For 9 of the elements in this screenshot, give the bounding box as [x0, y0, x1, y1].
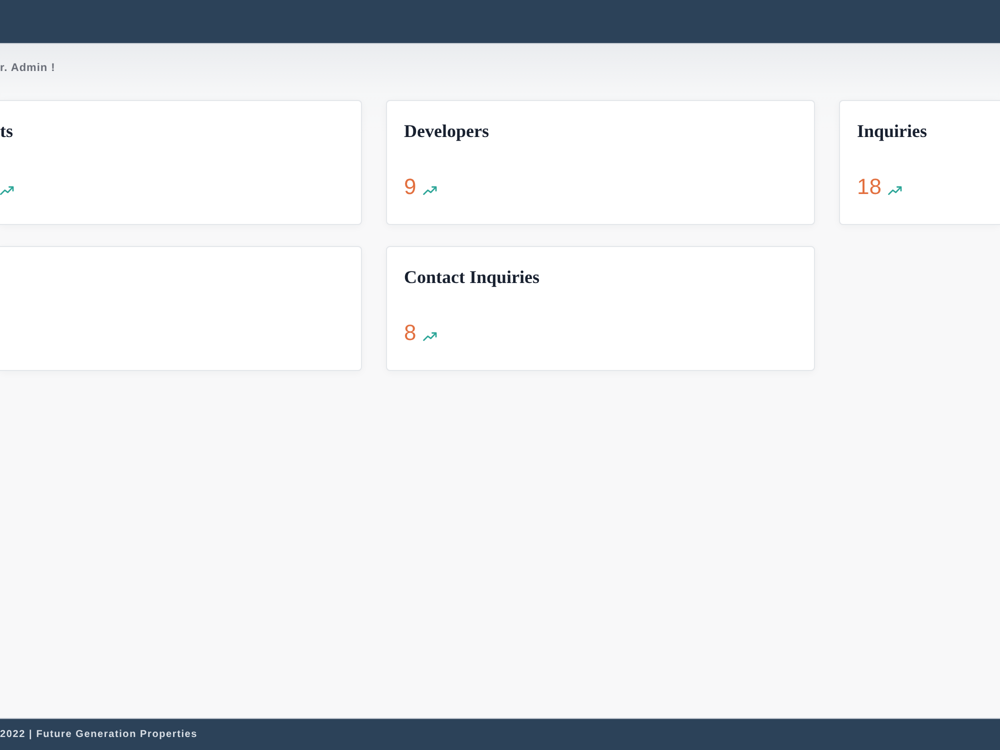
card-title: Inquiries	[857, 120, 928, 142]
stat-value: 18	[857, 174, 882, 200]
stat-value: 9	[404, 174, 416, 200]
card-title: ts	[0, 120, 13, 142]
footer-text: 2022 | Future Generation Properties	[0, 729, 198, 740]
stat-value: 8	[404, 320, 416, 346]
welcome-text: r. Admin !	[0, 61, 56, 75]
card-title: Developers	[404, 120, 489, 142]
card-title: Contact Inquiries	[404, 266, 540, 288]
